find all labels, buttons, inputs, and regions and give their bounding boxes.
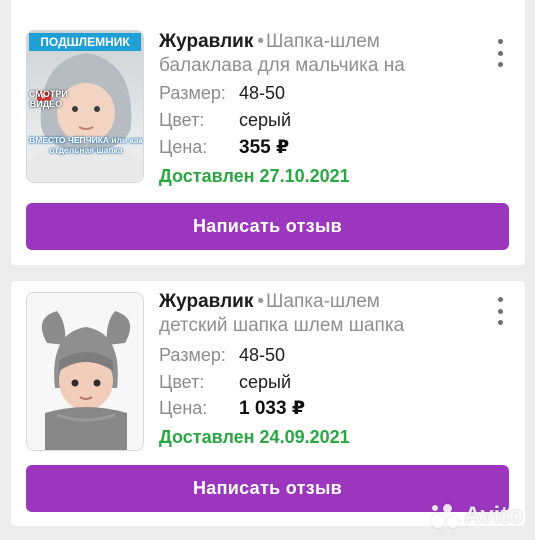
product-title[interactable]: Шапка-шлем bbox=[266, 31, 380, 52]
avito-watermark: Avito bbox=[429, 502, 523, 530]
delivery-status: Доставлен 27.10.2021 bbox=[159, 166, 350, 186]
product-title-line-1[interactable]: Журавлик • Шапка-шлем bbox=[159, 30, 459, 54]
separator-dot: • bbox=[257, 31, 265, 52]
color-label: Цвет: bbox=[159, 110, 205, 130]
color-row: Цвет: серый bbox=[159, 371, 291, 393]
product-title[interactable]: Шапка-шлем bbox=[266, 291, 380, 312]
more-options-icon[interactable] bbox=[491, 39, 509, 67]
delivery-status: Доставлен 24.09.2021 bbox=[159, 427, 350, 447]
avito-logo-icon bbox=[429, 502, 461, 530]
seller-name[interactable]: Журавлик bbox=[159, 291, 253, 312]
thumb-caption-bottom: ВМЕСТО ЧЕПЧИКА или как отдельная шапка bbox=[29, 135, 143, 155]
product-title-line-1[interactable]: Журавлик • Шапка-шлем bbox=[159, 290, 459, 314]
price-label: Цена: bbox=[159, 137, 208, 157]
price-row: Цена: 1 033 ₽ bbox=[159, 397, 305, 420]
size-label: Размер: bbox=[159, 83, 226, 103]
product-image[interactable] bbox=[26, 292, 144, 451]
product-title-line-2[interactable]: детский шапка шлем шапка bbox=[159, 314, 459, 338]
thumb-banner-top: ПОДШЛЕМНИК bbox=[29, 33, 141, 51]
color-label: Цвет: bbox=[159, 372, 205, 392]
product-title-line-2[interactable]: балаклава для мальчика на bbox=[159, 54, 459, 78]
size-label: Размер: bbox=[159, 345, 226, 365]
size-row: Размер: 48-50 bbox=[159, 82, 285, 104]
order-card: Журавлик • Шапка-шлем детский шапка шлем ш… bbox=[11, 281, 525, 526]
bunny-hat-baby-photo bbox=[27, 293, 143, 450]
size-value: 48-50 bbox=[239, 83, 286, 103]
price-label: Цена: bbox=[159, 398, 208, 418]
size-row: Размер: 48-50 bbox=[159, 344, 285, 366]
product-image[interactable]: ПОДШЛЕМНИК СМОТРИ ВИДЕО ВМЕСТО ЧЕПЧИКА и… bbox=[26, 30, 144, 183]
price-row: Цена: 355 ₽ bbox=[159, 136, 289, 159]
watermark-text: Avito bbox=[463, 502, 523, 529]
seller-name[interactable]: Журавлик bbox=[159, 31, 253, 52]
write-review-button[interactable]: Написать отзыв bbox=[26, 203, 509, 250]
more-options-icon[interactable] bbox=[491, 297, 509, 325]
thumb-video-label: СМОТРИ ВИДЕО bbox=[29, 89, 68, 109]
price-value: 355 ₽ bbox=[239, 137, 290, 158]
order-card: ПОДШЛЕМНИК СМОТРИ ВИДЕО ВМЕСТО ЧЕПЧИКА и… bbox=[11, 0, 525, 265]
color-value: серый bbox=[239, 372, 292, 392]
price-value: 1 033 ₽ bbox=[239, 398, 306, 419]
separator-dot: • bbox=[257, 291, 265, 312]
size-value: 48-50 bbox=[239, 345, 286, 365]
color-value: серый bbox=[239, 110, 292, 130]
color-row: Цвет: серый bbox=[159, 109, 291, 131]
